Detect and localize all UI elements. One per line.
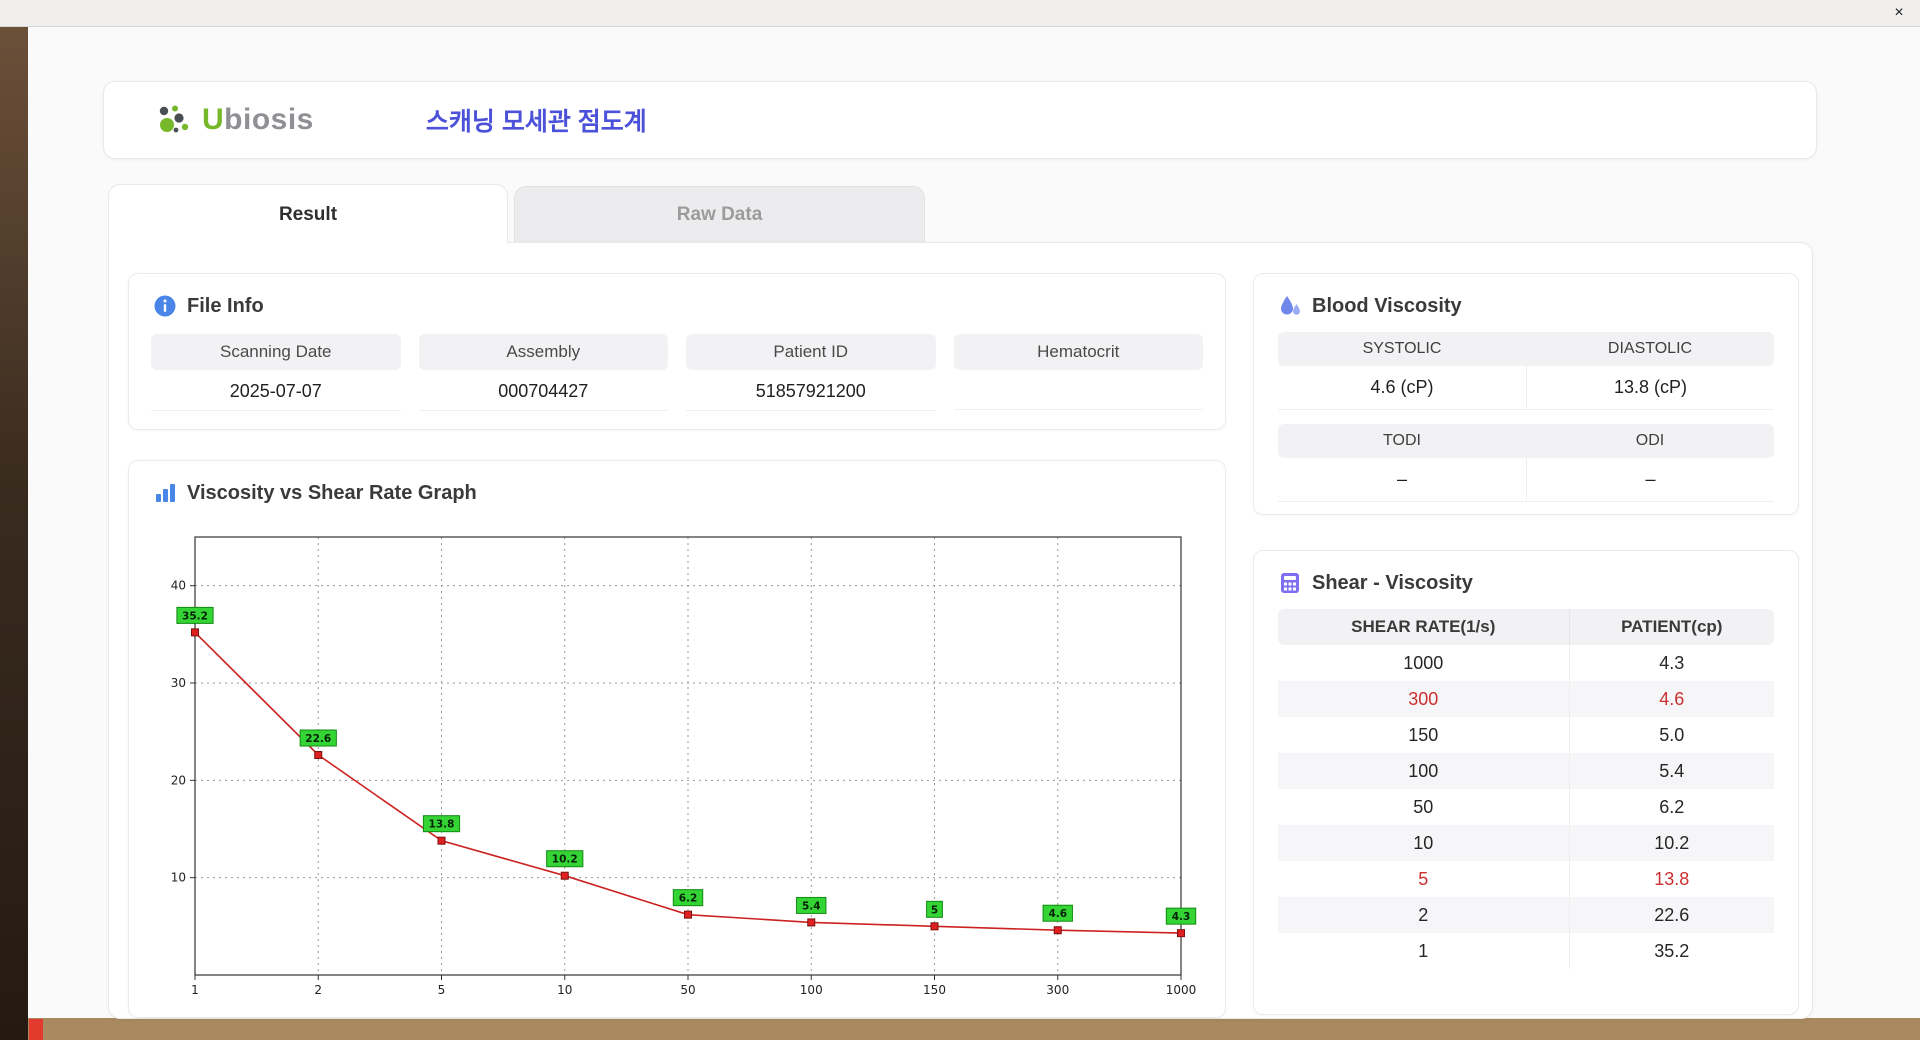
viscosity-chart-svg: 10 20 30 40 1 2 5 10 50 100 150 300 1000 35.2 22.6 13.8… xyxy=(171,536,1197,997)
brand-logo: Ubiosis xyxy=(154,102,314,138)
field-label: Scanning Date xyxy=(151,334,401,370)
shear-table-row: 150 5.0 xyxy=(1278,717,1774,753)
field-assembly: Assembly 000704427 xyxy=(418,334,668,411)
shear-viscosity-title: Shear - Viscosity xyxy=(1312,571,1473,594)
shear-table-row: 50 6.2 xyxy=(1278,789,1774,825)
shear-table-row: 100 5.4 xyxy=(1278,753,1774,789)
svg-text:10: 10 xyxy=(171,871,186,885)
field-value xyxy=(953,370,1203,410)
blood-viscosity-card: Blood Viscosity SYSTOLIC DIASTOLIC 4.6 (… xyxy=(1253,273,1799,515)
shear-rate-column-header: SHEAR RATE(1/s) xyxy=(1278,609,1570,645)
field-hematocrit: Hematocrit xyxy=(953,334,1203,411)
shear-table-row: 300 4.6 xyxy=(1278,681,1774,717)
viscosity-graph-card: Viscosity vs Shear Rate Graph 10 20 30 40 1 2… xyxy=(128,460,1226,1018)
svg-text:22.6: 22.6 xyxy=(305,733,331,745)
todi-label: TODI xyxy=(1278,424,1526,458)
svg-text:5: 5 xyxy=(931,904,938,916)
taskbar-red-chip xyxy=(29,1019,43,1040)
svg-text:10.2: 10.2 xyxy=(552,854,578,866)
svg-text:10: 10 xyxy=(557,983,572,997)
svg-text:2: 2 xyxy=(314,983,322,997)
svg-text:40: 40 xyxy=(171,579,186,593)
viscosity-chart: 10 20 30 40 1 2 5 10 50 100 150 300 1000 35.2 22.6 13.8… xyxy=(139,513,1199,1013)
patient-column-header: PATIENT(cp) xyxy=(1569,609,1774,645)
svg-text:100: 100 xyxy=(800,983,823,997)
systolic-value: 4.6 (cP) xyxy=(1278,366,1526,410)
blood-viscosity-title: Blood Viscosity xyxy=(1312,294,1462,317)
window-titlebar: × xyxy=(0,0,1920,27)
odi-value: – xyxy=(1526,458,1774,502)
tab-raw-data[interactable]: Raw Data xyxy=(514,186,925,243)
water-drop-icon xyxy=(1281,296,1300,315)
graph-title: Viscosity vs Shear Rate Graph xyxy=(187,481,477,504)
svg-text:1: 1 xyxy=(191,983,199,997)
brand-name-rest: biosis xyxy=(224,103,314,136)
field-value: 51857921200 xyxy=(686,370,936,411)
field-patient-id: Patient ID 51857921200 xyxy=(686,334,936,411)
shear-table-row: 2 22.6 xyxy=(1278,897,1774,933)
field-value: 000704427 xyxy=(418,370,668,411)
svg-text:5.4: 5.4 xyxy=(802,900,821,912)
tab-result[interactable]: Result xyxy=(108,184,508,243)
svg-text:5: 5 xyxy=(438,983,446,997)
svg-text:35.2: 35.2 xyxy=(182,610,208,622)
brand-name-u: U xyxy=(202,103,225,136)
svg-text:150: 150 xyxy=(923,983,946,997)
calculator-icon xyxy=(1281,573,1299,593)
ubiosis-logo-icon xyxy=(159,105,189,133)
close-icon[interactable]: × xyxy=(1888,3,1910,23)
diastolic-label: DIASTOLIC xyxy=(1526,332,1774,366)
svg-text:20: 20 xyxy=(171,773,186,787)
shear-viscosity-table: SHEAR RATE(1/s) PATIENT(cp) 1000 4.3 300 4.… xyxy=(1278,609,1774,969)
bar-chart-icon xyxy=(156,484,175,502)
svg-text:6.2: 6.2 xyxy=(679,893,698,905)
shear-table-row: 10 10.2 xyxy=(1278,825,1774,861)
field-label: Patient ID xyxy=(686,334,936,370)
shear-viscosity-card: Shear - Viscosity SHEAR RATE(1/s) PATIEN… xyxy=(1253,550,1799,1015)
svg-text:30: 30 xyxy=(171,676,186,690)
odi-label: ODI xyxy=(1526,424,1774,458)
brand-name: Ubiosis xyxy=(202,103,314,137)
svg-text:4.3: 4.3 xyxy=(1172,911,1191,923)
diastolic-value: 13.8 (cP) xyxy=(1526,366,1774,410)
field-label: Hematocrit xyxy=(953,334,1203,370)
desktop-left-edge xyxy=(0,27,28,1040)
shear-table-body: 1000 4.3 300 4.6 150 5.0 100 5.4 50 6.2 10 10.2 5 13.… xyxy=(1278,645,1774,969)
field-label: Assembly xyxy=(418,334,668,370)
page-title: 스캐닝 모세관 점도계 xyxy=(425,108,647,136)
svg-text:4.6: 4.6 xyxy=(1048,908,1067,920)
result-panel: File Info Scanning Date 2025-07-07 Assem… xyxy=(108,242,1813,1019)
header-card: Ubiosis 스캐닝 모세관 점도계 xyxy=(103,81,1817,159)
svg-text:300: 300 xyxy=(1046,983,1069,997)
field-scanning-date: Scanning Date 2025-07-07 xyxy=(151,334,401,411)
file-info-card: File Info Scanning Date 2025-07-07 Assem… xyxy=(128,273,1226,430)
info-icon xyxy=(154,295,176,317)
shear-table-row: 1 35.2 xyxy=(1278,933,1774,969)
app-window: Ubiosis 스캐닝 모세관 점도계 Result Raw Data File… xyxy=(28,27,1920,1019)
todi-value: – xyxy=(1278,458,1526,502)
field-value: 2025-07-07 xyxy=(151,370,401,411)
svg-text:13.8: 13.8 xyxy=(429,819,455,831)
blood-viscosity-grid: SYSTOLIC DIASTOLIC 4.6 (cP) 13.8 (cP) TO… xyxy=(1278,332,1774,502)
systolic-label: SYSTOLIC xyxy=(1278,332,1526,366)
shear-table-row: 1000 4.3 xyxy=(1278,645,1774,681)
svg-text:1000: 1000 xyxy=(1166,983,1197,997)
svg-text:50: 50 xyxy=(680,983,695,997)
shear-table-row: 5 13.8 xyxy=(1278,861,1774,897)
file-info-title: File Info xyxy=(187,294,264,317)
